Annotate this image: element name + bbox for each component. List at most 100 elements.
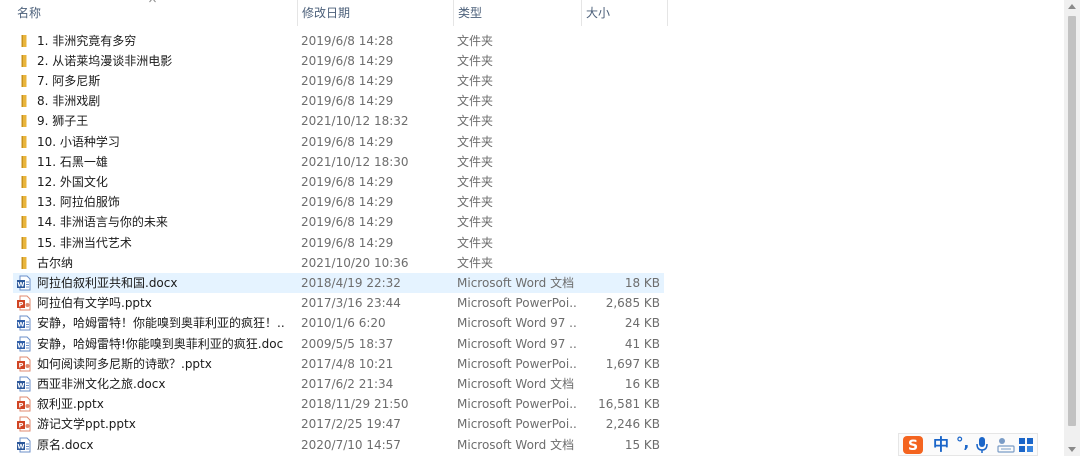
file-row[interactable]: 15. 非洲当代艺术 2019/6/8 14:29 文件夹 — [13, 233, 664, 253]
svg-text:P: P — [19, 402, 24, 410]
file-date-modified: 2018/11/29 21:50 — [301, 397, 409, 412]
svg-text:P: P — [19, 361, 24, 369]
file-date-modified: 2009/5/5 18:37 — [301, 336, 394, 351]
file-row[interactable]: W 安静，哈姆雷特！你能嗅到奥菲利亚的疯狂！... 2010/1/6 6:20 Mic… — [13, 313, 664, 333]
scrollbar-thumb[interactable] — [1068, 16, 1076, 426]
soft-keyboard-icon[interactable] — [995, 436, 1015, 454]
microphone-icon[interactable] — [975, 436, 989, 454]
file-row[interactable]: W 原名.docx 2020/7/10 14:57 Microsoft Word 文档… — [13, 435, 664, 455]
file-row[interactable]: 13. 阿拉伯服饰 2019/6/8 14:29 文件夹 — [13, 192, 664, 212]
file-row[interactable]: W 西亚非洲文化之旅.docx 2017/6/2 21:34 Microsoft Wo… — [13, 374, 664, 394]
file-date-modified: 2021/10/12 18:32 — [301, 114, 409, 129]
file-size: 2,685 KB — [605, 296, 660, 311]
file-row[interactable]: 2. 从诺莱坞漫谈非洲电影 2019/6/8 14:29 文件夹 — [13, 51, 664, 71]
file-type: 文件夹 — [457, 235, 494, 250]
file-size — [579, 132, 660, 152]
ime-mode-chinese[interactable]: 中 — [933, 434, 949, 455]
column-header-date-label: 修改日期 — [302, 6, 351, 20]
file-row[interactable]: 14. 非洲语言与你的未来 2019/6/8 14:29 文件夹 — [13, 212, 664, 232]
file-row[interactable]: 1. 非洲究竟有多穷 2019/6/8 14:28 文件夹 — [13, 31, 664, 51]
file-row[interactable]: 10. 小语种学习 2019/6/8 14:29 文件夹 — [13, 132, 664, 152]
file-type: 文件夹 — [457, 134, 494, 149]
file-row[interactable]: P 游记文学ppt.pptx 2017/2/25 19:47 Microsoft Po… — [13, 414, 664, 434]
file-type: 文件夹 — [457, 174, 494, 189]
folder-icon — [16, 255, 32, 271]
file-row[interactable]: P 阿拉伯有文学吗.pptx 2017/3/16 23:44 Microsoft Po… — [13, 293, 664, 313]
file-name: 安静，哈姆雷特！你能嗅到奥菲利亚的疯狂！... — [37, 316, 285, 331]
file-date-modified: 2017/6/2 21:34 — [301, 376, 394, 391]
file-size: 24 KB — [624, 316, 660, 331]
file-name: 阿拉伯有文学吗.pptx — [37, 296, 152, 311]
folder-icon — [16, 154, 32, 170]
file-type: Microsoft PowerPoi... — [457, 417, 577, 432]
file-name: 安静，哈姆雷特!你能嗅到奥菲利亚的疯狂.doc — [37, 336, 284, 351]
toolbox-grid-icon[interactable] — [1018, 436, 1034, 454]
file-row[interactable]: W 安静，哈姆雷特!你能嗅到奥菲利亚的疯狂.doc 2009/5/5 18:37 Mi… — [13, 334, 664, 354]
svg-text:W: W — [17, 341, 24, 349]
file-size — [579, 51, 660, 71]
scroll-down-arrow-icon[interactable] — [1068, 447, 1076, 452]
column-header-bar: 名称 修改日期 类型 大小 — [0, 0, 1064, 26]
file-size: 16 KB — [624, 376, 660, 391]
file-type: 文件夹 — [457, 114, 494, 129]
file-size — [579, 71, 660, 91]
file-date-modified: 2010/1/6 6:20 — [301, 316, 386, 331]
file-date-modified: 2018/4/19 22:32 — [301, 275, 401, 290]
file-size: 1,697 KB — [605, 356, 660, 371]
file-name: 2. 从诺莱坞漫谈非洲电影 — [37, 53, 173, 68]
file-type: Microsoft PowerPoi... — [457, 356, 577, 371]
file-row[interactable]: 8. 非洲戏剧 2019/6/8 14:29 文件夹 — [13, 91, 664, 111]
file-date-modified: 2019/6/8 14:29 — [301, 134, 394, 149]
file-name: 如何阅读阿多尼斯的诗歌？.pptx — [37, 356, 212, 371]
column-header-name-label: 名称 — [17, 6, 42, 20]
folder-icon — [16, 174, 32, 190]
file-row[interactable]: 12. 外国文化 2019/6/8 14:29 文件夹 — [13, 172, 664, 192]
file-row[interactable]: P 如何阅读阿多尼斯的诗歌？.pptx 2017/4/8 10:21 Microsof… — [13, 354, 664, 374]
file-name: 1. 非洲究竟有多穷 — [37, 33, 137, 48]
file-size — [579, 31, 660, 51]
file-date-modified: 2019/6/8 14:29 — [301, 195, 394, 210]
file-type: Microsoft Word 文档 — [457, 376, 575, 391]
ime-punctuation-toggle[interactable]: °, — [956, 434, 969, 453]
file-name: 西亚非洲文化之旅.docx — [37, 376, 166, 391]
word-doc-icon: W — [16, 376, 32, 392]
sogou-logo-icon[interactable]: S — [902, 435, 924, 455]
powerpoint-icon: P — [16, 356, 32, 372]
file-date-modified: 2019/6/8 14:29 — [301, 215, 394, 230]
column-header-type[interactable]: 类型 — [453, 0, 581, 26]
file-type: 文件夹 — [457, 255, 494, 270]
file-type: 文件夹 — [457, 33, 494, 48]
file-row[interactable]: 9. 狮子王 2021/10/12 18:32 文件夹 — [13, 111, 664, 131]
svg-text:P: P — [19, 422, 24, 430]
file-name: 12. 外国文化 — [37, 174, 108, 189]
ime-toolbar: S 中 °, — [898, 433, 1038, 456]
file-row[interactable]: P 叙利亚.pptx 2018/11/29 21:50 Microsoft Power… — [13, 394, 664, 414]
svg-text:S: S — [908, 438, 918, 454]
file-name: 14. 非洲语言与你的未来 — [37, 215, 168, 230]
file-date-modified: 2021/10/20 10:36 — [301, 255, 409, 270]
file-size — [579, 192, 660, 212]
file-size — [579, 111, 660, 131]
column-header-date[interactable]: 修改日期 — [297, 0, 453, 26]
file-row[interactable]: 古尔纳 2021/10/20 10:36 文件夹 — [13, 253, 664, 273]
file-date-modified: 2019/6/8 14:29 — [301, 174, 394, 189]
file-name: 7. 阿多尼斯 — [37, 73, 101, 88]
column-header-size[interactable]: 大小 — [581, 0, 668, 26]
file-date-modified: 2017/2/25 19:47 — [301, 417, 401, 432]
vertical-scrollbar[interactable] — [1064, 0, 1080, 456]
folder-icon — [16, 33, 32, 49]
file-row[interactable]: 11. 石黑一雄 2021/10/12 18:30 文件夹 — [13, 152, 664, 172]
file-date-modified: 2019/6/8 14:29 — [301, 73, 394, 88]
word-97-doc-icon: W — [16, 315, 32, 331]
scroll-up-arrow-icon[interactable] — [1068, 4, 1076, 9]
folder-icon — [16, 235, 32, 251]
file-size — [579, 172, 660, 192]
file-row[interactable]: W 阿拉伯叙利亚共和国.docx 2018/4/19 22:32 Microsoft … — [13, 272, 664, 293]
file-type: Microsoft Word 97 ... — [457, 336, 577, 351]
file-row[interactable]: 7. 阿多尼斯 2019/6/8 14:29 文件夹 — [13, 71, 664, 91]
svg-text:W: W — [17, 321, 24, 329]
file-type: Microsoft Word 文档 — [457, 437, 575, 452]
file-type: 文件夹 — [457, 94, 494, 109]
file-type: Microsoft PowerPoi... — [457, 397, 577, 412]
column-header-type-label: 类型 — [458, 6, 483, 20]
